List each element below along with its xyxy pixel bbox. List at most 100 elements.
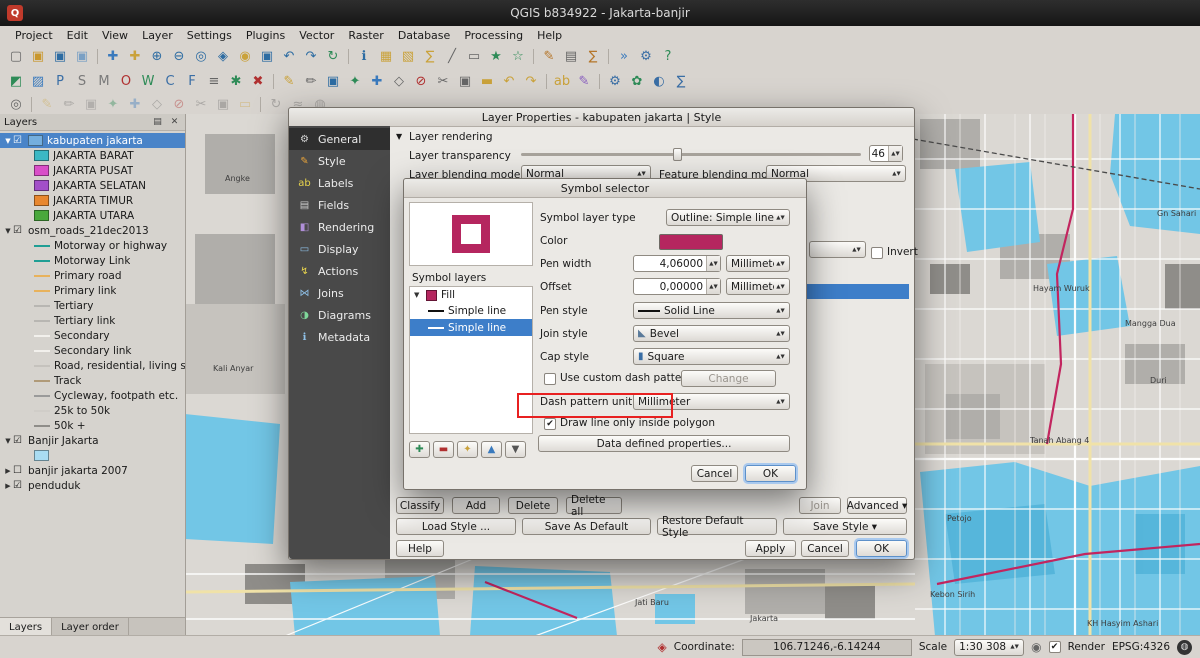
- move-feature-icon[interactable]: ✚: [125, 94, 145, 114]
- restore-default-style-button[interactable]: Restore Default Style: [657, 518, 777, 535]
- layer-tree-item[interactable]: Tertiary link: [0, 313, 185, 328]
- help-button[interactable]: Help: [396, 540, 444, 557]
- menu-processing[interactable]: Processing: [457, 28, 530, 43]
- toolbar-separator[interactable]: [533, 49, 534, 64]
- zoom-out-icon[interactable]: ⊖: [169, 47, 189, 67]
- layer-checkbox[interactable]: ☑: [13, 225, 26, 236]
- offset-unit-combo[interactable]: Millimeter ▲▼: [726, 278, 790, 295]
- invert-checkbox[interactable]: [871, 247, 883, 259]
- pen-style-combo[interactable]: Solid Line ▲▼: [633, 302, 790, 319]
- save-edits-icon[interactable]: ▣: [81, 94, 101, 114]
- cap-style-combo[interactable]: ▮ Square ▲▼: [633, 348, 790, 365]
- menu-edit[interactable]: Edit: [60, 28, 95, 43]
- zoom-to-selection-icon[interactable]: ◉: [235, 47, 255, 67]
- layer-tree-item[interactable]: 50k +: [0, 418, 185, 433]
- symbol-tree-fill-row[interactable]: ▼ Fill: [410, 287, 532, 303]
- lp-tab-actions[interactable]: ↯ Actions: [289, 260, 390, 282]
- lp-tab-metadata[interactable]: ℹ Metadata: [289, 326, 390, 348]
- layer-checkbox[interactable]: ☑: [13, 135, 26, 146]
- layer-tree-item[interactable]: JAKARTA SELATAN: [0, 178, 185, 193]
- spin-arrows-icon[interactable]: ▲▼: [706, 279, 720, 294]
- toolbar-separator[interactable]: [97, 49, 98, 64]
- layer-osm-roads[interactable]: ▼ ☑ osm_roads_21dec2013: [0, 223, 185, 238]
- layer-kabupaten-jakarta[interactable]: ▼ ☑ kabupaten jakarta: [0, 133, 185, 148]
- menu-help[interactable]: Help: [530, 28, 569, 43]
- remove-symbol-layer-button[interactable]: ▬: [433, 441, 454, 458]
- data-defined-properties-button[interactable]: Data defined properties...: [538, 435, 790, 452]
- offset-spinbox[interactable]: 0,00000 ▲▼: [633, 278, 721, 295]
- delete-all-button[interactable]: Delete all: [566, 497, 622, 514]
- lp-tab-labels[interactable]: ab Labels: [289, 172, 390, 194]
- render-checkbox[interactable]: [1049, 641, 1061, 653]
- layer-tree-item[interactable]: Secondary link: [0, 343, 185, 358]
- menu-layer[interactable]: Layer: [135, 28, 180, 43]
- toggle-editing-icon[interactable]: ✏: [59, 94, 79, 114]
- layer-tree-item[interactable]: JAKARTA BARAT: [0, 148, 185, 163]
- expander-icon[interactable]: ▶: [3, 482, 13, 490]
- menu-plugins[interactable]: Plugins: [239, 28, 292, 43]
- add-delimited-text-icon[interactable]: ≡: [204, 72, 224, 92]
- toolbar-separator[interactable]: [260, 97, 261, 112]
- refresh-map-icon[interactable]: ↻: [323, 47, 343, 67]
- add-feature-icon[interactable]: ✦: [345, 72, 365, 92]
- collapse-arrow-icon[interactable]: ▼: [396, 132, 402, 141]
- title-bar[interactable]: Q QGIS b834922 - Jakarta-banjir: [0, 0, 1200, 26]
- cut-features-icon[interactable]: ✂: [191, 94, 211, 114]
- copy-features-icon[interactable]: ▣: [213, 94, 233, 114]
- node-tool-icon[interactable]: ◇: [147, 94, 167, 114]
- layer-tree-item[interactable]: Secondary: [0, 328, 185, 343]
- select-by-expression-icon[interactable]: ∑: [420, 47, 440, 67]
- identify-features-icon[interactable]: ℹ: [354, 47, 374, 67]
- cut-features-icon[interactable]: ✂: [433, 72, 453, 92]
- move-up-button[interactable]: ▲: [481, 441, 502, 458]
- toolbar-separator[interactable]: [348, 49, 349, 64]
- add-wms-layer-icon[interactable]: W: [138, 72, 158, 92]
- lp-tab-general[interactable]: ⚙ General: [289, 128, 390, 150]
- delete-button[interactable]: Delete: [508, 497, 558, 514]
- add-feature-icon[interactable]: ✦: [103, 94, 123, 114]
- toolbar-separator[interactable]: [31, 97, 32, 112]
- pen-width-unit-combo[interactable]: Millimeter ▲▼: [726, 255, 790, 272]
- new-shapefile-icon[interactable]: ✱: [226, 72, 246, 92]
- layer-banjir-jakarta[interactable]: ▼ ☑ Banjir Jakarta: [0, 433, 185, 448]
- processing-toolbox-icon[interactable]: ⚙: [605, 72, 625, 92]
- symbol-cancel-button[interactable]: Cancel: [691, 465, 738, 482]
- labeling-icon[interactable]: ab: [552, 72, 572, 92]
- metasearch-icon[interactable]: ◐: [649, 72, 669, 92]
- toolbar-separator[interactable]: [599, 74, 600, 89]
- toolbar-separator[interactable]: [546, 74, 547, 89]
- move-down-button[interactable]: ▼: [505, 441, 526, 458]
- layer-tree-item[interactable]: Tertiary: [0, 298, 185, 313]
- paste-features-icon[interactable]: ▭: [235, 94, 255, 114]
- save-style-button[interactable]: Save Style ▾: [783, 518, 907, 535]
- map-tips-icon[interactable]: ▭: [464, 47, 484, 67]
- spin-arrows-icon[interactable]: ▲▼: [706, 256, 720, 271]
- add-symbol-layer-button[interactable]: ✚: [409, 441, 430, 458]
- redo-icon[interactable]: ↷: [521, 72, 541, 92]
- attributes-table-icon[interactable]: ▤: [561, 47, 581, 67]
- new-project-icon[interactable]: ▢: [6, 47, 26, 67]
- layer-properties-title-bar[interactable]: Layer Properties - kabupaten jakarta | S…: [289, 108, 914, 127]
- menu-view[interactable]: View: [95, 28, 135, 43]
- save-project-icon[interactable]: ▣: [50, 47, 70, 67]
- layer-checkbox[interactable]: ☐: [13, 465, 26, 476]
- expander-icon[interactable]: ▼: [3, 437, 13, 445]
- undo-icon[interactable]: ↶: [499, 72, 519, 92]
- magnifier-icon[interactable]: ◉: [1031, 640, 1041, 654]
- deselect-features-icon[interactable]: ▧: [398, 47, 418, 67]
- symbol-layer-type-combo[interactable]: Outline: Simple line ▲▼: [666, 209, 790, 226]
- new-bookmark-icon[interactable]: ★: [486, 47, 506, 67]
- layer-checkbox[interactable]: ☑: [13, 435, 26, 446]
- panel-menu-icon[interactable]: ▤: [151, 116, 164, 129]
- symbol-ok-button[interactable]: OK: [745, 465, 796, 482]
- layer-penduduk[interactable]: ▶ ☑ penduduk: [0, 478, 185, 493]
- zoom-in-icon[interactable]: ⊕: [147, 47, 167, 67]
- apply-button[interactable]: Apply: [745, 540, 796, 557]
- layer-tree-item[interactable]: Road, residential, living street, etc.: [0, 358, 185, 373]
- messages-icon[interactable]: ◍: [1177, 640, 1192, 655]
- show-bookmarks-icon[interactable]: ☆: [508, 47, 528, 67]
- color-button[interactable]: [659, 234, 723, 250]
- slider-handle[interactable]: [673, 148, 682, 161]
- draw-inside-checkbox[interactable]: [544, 418, 556, 430]
- add-postgis-layer-icon[interactable]: P: [50, 72, 70, 92]
